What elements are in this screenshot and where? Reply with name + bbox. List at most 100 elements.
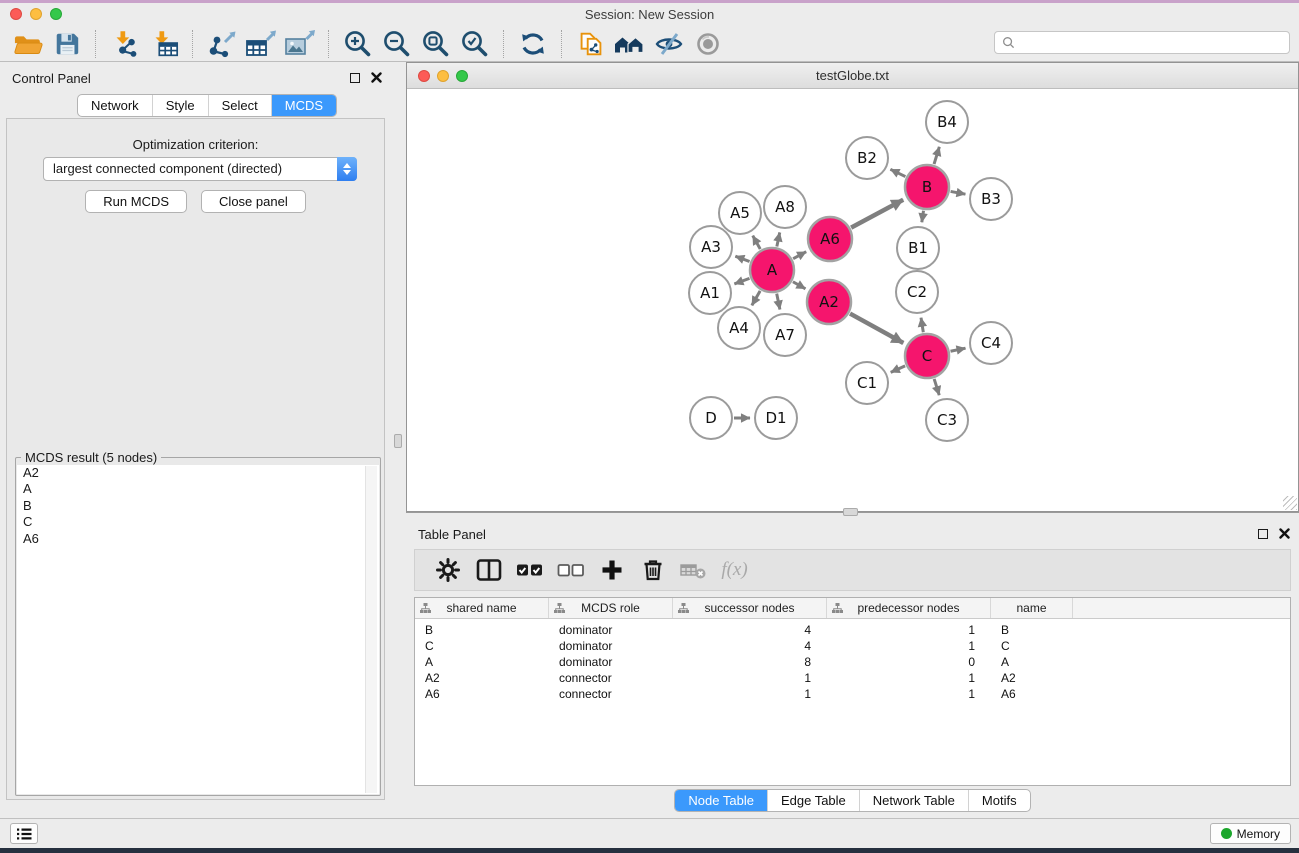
zoom-out-icon[interactable] [377,29,416,59]
deselect-all-icon[interactable] [550,554,591,586]
close-panel-icon[interactable] [1279,528,1290,539]
graph-node-C4[interactable]: C4 [970,322,1012,364]
graph-edge-A-A3[interactable] [735,256,749,261]
table-row[interactable]: Adominator80A [415,654,1290,670]
search-box[interactable] [994,31,1290,54]
network-canvas[interactable]: B4B2BB3A5A8A6B1A3AA1C2A2A4A7C4CC1C3DD1 [407,89,1298,511]
export-image-icon[interactable] [280,29,319,59]
graph-node-D1[interactable]: D1 [755,397,797,439]
graph-edge-B-B1[interactable] [922,211,924,223]
graph-node-C3[interactable]: C3 [926,399,968,441]
mcds-result-item[interactable]: A6 [17,531,379,547]
zoom-in-icon[interactable] [338,29,377,59]
graph-node-A8[interactable]: A8 [764,186,806,228]
search-input[interactable] [1019,35,1289,51]
tab-select[interactable]: Select [208,95,271,116]
graph-node-C1[interactable]: C1 [846,362,888,404]
graph-edge-C-C3[interactable] [934,379,939,395]
function-builder-icon[interactable]: f(x) [714,554,755,586]
table-row[interactable]: A6connector11A6 [415,686,1290,702]
table-row[interactable]: A2connector11A2 [415,670,1290,686]
graph-node-A1[interactable]: A1 [689,272,731,314]
delete-column-icon[interactable] [632,554,673,586]
graph-node-A3[interactable]: A3 [690,226,732,268]
graph-node-C[interactable]: C [905,334,949,378]
graph-node-B1[interactable]: B1 [897,227,939,269]
settings-gear-icon[interactable] [427,554,468,586]
hide-unselected-icon[interactable] [649,29,688,59]
graph-edge-C-C4[interactable] [951,348,966,351]
export-table-icon[interactable] [241,29,280,59]
vertical-splitter-grip[interactable] [394,434,402,448]
home-icon[interactable] [610,29,649,59]
graph-edge-A-A8[interactable] [777,232,780,246]
graph-edge-C-C1[interactable] [891,366,905,372]
graph-node-B2[interactable]: B2 [846,137,888,179]
graph-edge-A6-B[interactable] [851,200,903,228]
graph-node-C2[interactable]: C2 [896,271,938,313]
tab-network-table[interactable]: Network Table [859,790,968,811]
float-panel-icon[interactable] [1258,529,1268,539]
graph-node-A4[interactable]: A4 [718,307,760,349]
tab-edge-table[interactable]: Edge Table [767,790,859,811]
refresh-icon[interactable] [513,29,552,59]
window-resize-grip[interactable] [1283,496,1297,510]
column-header-shared-name[interactable]: shared name [415,598,549,618]
graph-edge-C-C2[interactable] [921,318,923,333]
graph-edge-A-A5[interactable] [753,236,761,249]
tab-mcds[interactable]: MCDS [271,95,336,116]
export-network-icon[interactable] [202,29,241,59]
graph-node-A[interactable]: A [750,248,794,292]
mcds-result-item[interactable]: A [17,481,379,497]
tab-motifs[interactable]: Motifs [968,790,1030,811]
select-all-icon[interactable] [509,554,550,586]
tab-network[interactable]: Network [78,95,152,116]
delete-table-icon[interactable] [673,554,714,586]
float-panel-icon[interactable] [350,73,360,83]
open-session-icon[interactable] [8,29,47,59]
column-header-predecessor-nodes[interactable]: predecessor nodes [827,598,991,618]
tab-node-table[interactable]: Node Table [675,790,767,811]
run-mcds-button[interactable]: Run MCDS [85,190,187,213]
close-panel-icon[interactable] [371,72,382,83]
graph-node-A5[interactable]: A5 [719,192,761,234]
memory-button[interactable]: Memory [1210,823,1291,844]
graph-edge-A-A2[interactable] [793,282,806,289]
column-header-successor-nodes[interactable]: successor nodes [673,598,827,618]
horizontal-splitter-grip[interactable] [843,508,858,516]
graph-node-D[interactable]: D [690,397,732,439]
table-row[interactable]: Bdominator41B [415,622,1290,638]
zoom-selected-icon[interactable] [455,29,494,59]
mcds-result-item[interactable]: C [17,514,379,530]
network-from-selection-icon[interactable] [571,29,610,59]
graph-edge-A-A4[interactable] [752,291,760,306]
graph-node-A6[interactable]: A6 [808,217,852,261]
graph-edge-A-A7[interactable] [777,294,780,310]
show-hidden-icon[interactable] [688,29,727,59]
zoom-fit-icon[interactable] [416,29,455,59]
task-history-button[interactable] [10,823,38,844]
graph-node-B[interactable]: B [905,165,949,209]
network-window-titlebar[interactable]: testGlobe.txt [407,63,1298,89]
graph-edge-A-A1[interactable] [734,278,749,284]
mcds-result-item[interactable]: A2 [17,465,379,481]
graph-edge-B-B2[interactable] [890,169,905,176]
close-panel-button[interactable]: Close panel [201,190,306,213]
split-view-icon[interactable] [468,554,509,586]
graph-node-A2[interactable]: A2 [807,280,851,324]
mcds-result-list[interactable]: A2ABCA6 [17,465,379,794]
table-row[interactable]: Cdominator41C [415,638,1290,654]
tab-style[interactable]: Style [152,95,208,116]
graph-node-A7[interactable]: A7 [764,314,806,356]
add-column-icon[interactable] [591,554,632,586]
import-network-icon[interactable] [105,29,144,59]
graph-edge-A2-C[interactable] [850,314,903,343]
graph-edge-B-B4[interactable] [934,147,939,164]
scrollbar-track[interactable] [365,466,377,793]
graph-edge-A-A6[interactable] [793,252,806,259]
graph-edge-B-B3[interactable] [951,191,966,194]
save-session-icon[interactable] [47,29,86,59]
mcds-result-item[interactable]: B [17,498,379,514]
optimization-criterion-select[interactable]: largest connected component (directed) [43,157,357,181]
graph-node-B4[interactable]: B4 [926,101,968,143]
